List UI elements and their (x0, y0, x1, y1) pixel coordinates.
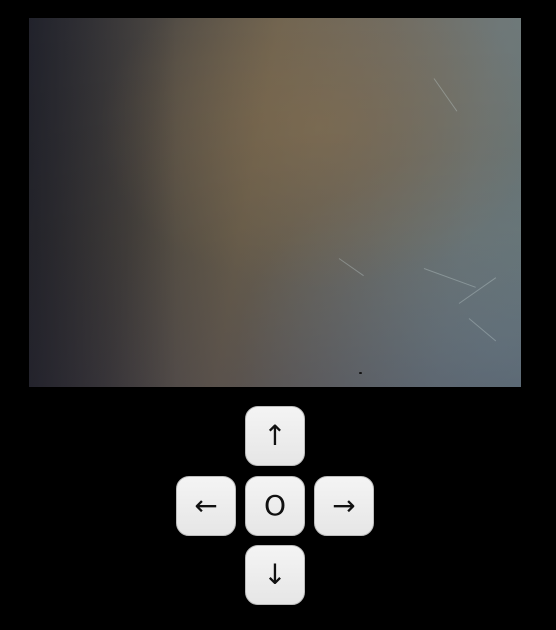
move-left-button[interactable]: ← (176, 476, 236, 536)
arrow-left-icon: ← (194, 489, 218, 522)
stop-label: O (263, 489, 287, 522)
arrow-down-icon: ↓ (263, 558, 287, 591)
move-right-button[interactable]: → (314, 476, 374, 536)
move-up-button[interactable]: ↑ (245, 406, 305, 466)
dust-speck (359, 372, 362, 374)
camera-feed (29, 18, 521, 387)
scratch-mark (338, 258, 364, 277)
arrow-right-icon: → (332, 489, 356, 522)
stop-button[interactable]: O (245, 476, 305, 536)
scratch-mark (468, 318, 497, 342)
move-down-button[interactable]: ↓ (245, 545, 305, 605)
scratch-mark (458, 277, 497, 304)
scratch-mark (433, 78, 458, 112)
arrow-up-icon: ↑ (263, 419, 287, 452)
app-stage: ↑ ← O → ↓ (0, 0, 556, 630)
scratch-mark (423, 268, 476, 288)
